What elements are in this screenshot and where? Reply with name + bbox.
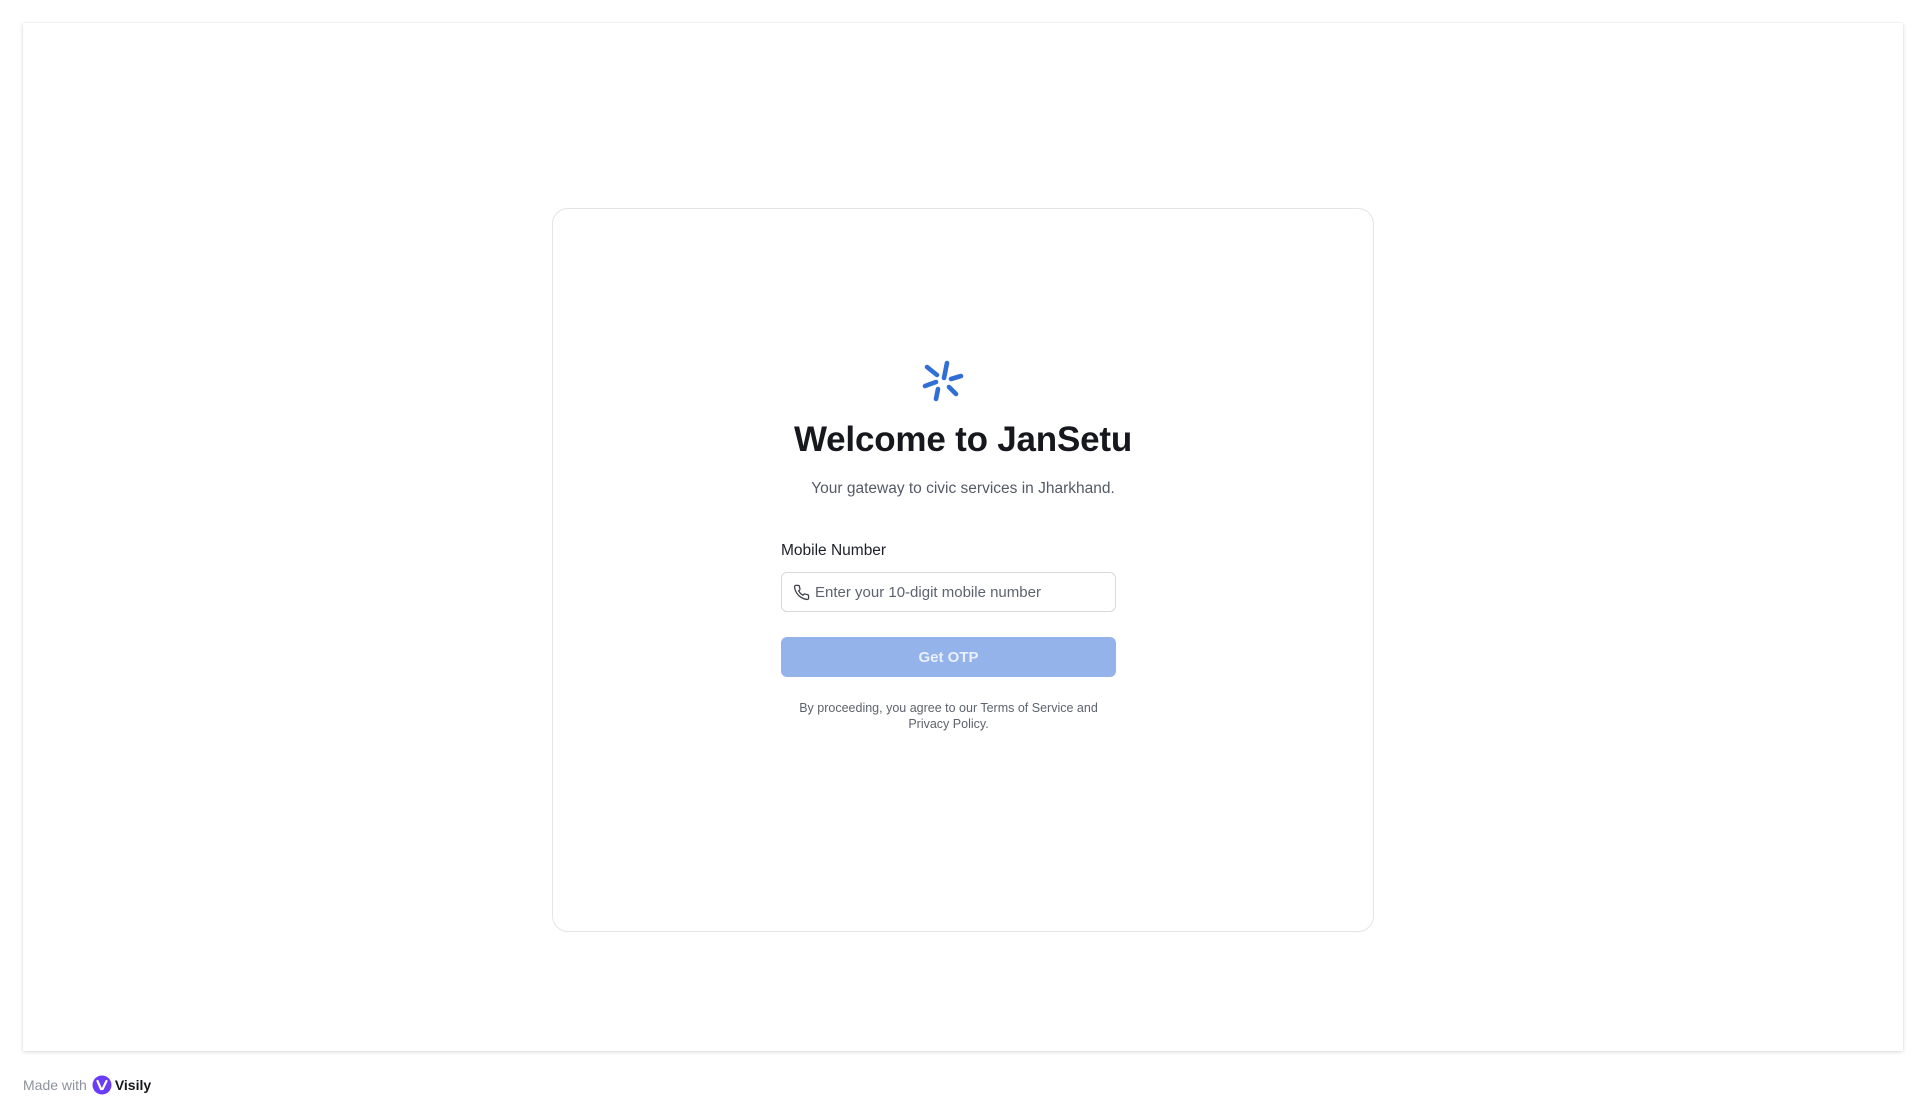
visily-logo-icon <box>92 1075 112 1095</box>
visily-brand-name: Visily <box>114 1077 152 1093</box>
sparkle-asterisk-icon <box>922 360 964 402</box>
made-with-label: Made with <box>23 1077 87 1093</box>
app-frame: Welcome to JanSetu Your gateway to civic… <box>23 23 1903 1051</box>
mobile-number-label: Mobile Number <box>781 542 887 559</box>
page-subtitle: Your gateway to civic services in Jharkh… <box>811 480 1115 497</box>
made-with-visily-badge[interactable]: Made with Visily <box>23 1075 151 1095</box>
page-title: Welcome to JanSetu <box>793 420 1133 459</box>
get-otp-button[interactable]: Get OTP <box>781 637 1116 677</box>
terms-notice: By proceeding, you agree to our Terms of… <box>799 701 1098 731</box>
mobile-number-input[interactable] <box>815 573 1105 611</box>
phone-icon <box>793 584 810 601</box>
mobile-number-field[interactable] <box>781 572 1116 612</box>
login-card: Welcome to JanSetu Your gateway to civic… <box>552 208 1374 932</box>
